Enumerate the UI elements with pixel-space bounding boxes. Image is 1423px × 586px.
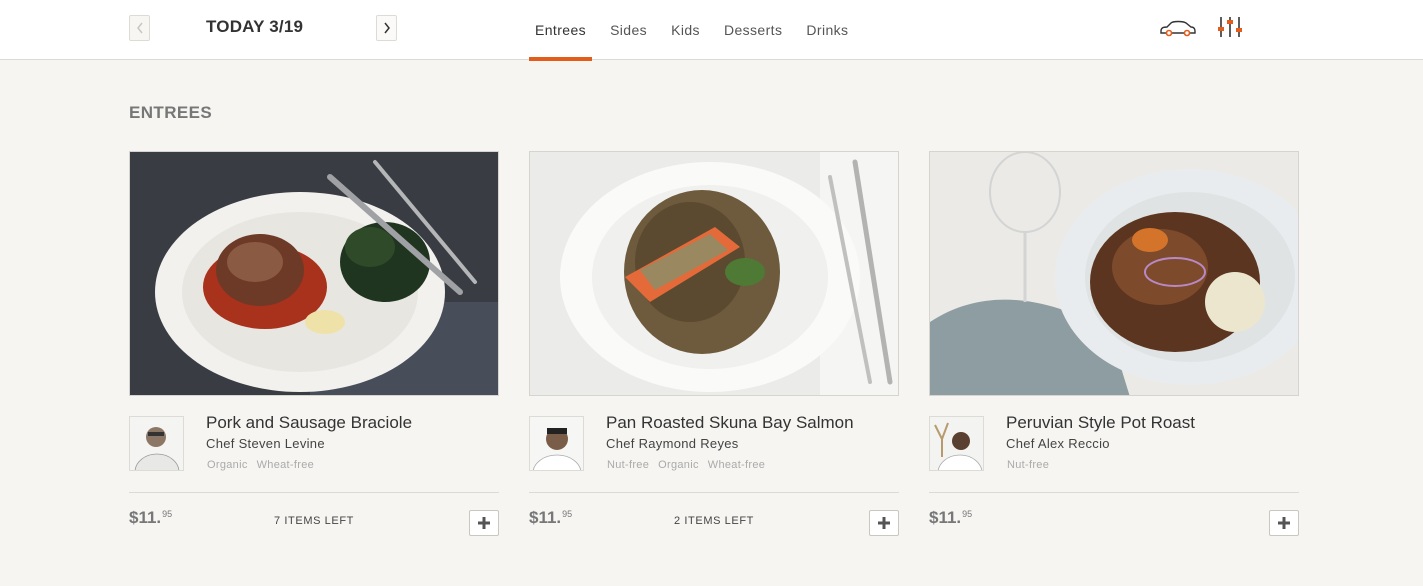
chef-name[interactable]: Chef Steven Levine [206, 436, 325, 451]
diet-tag: Organic [207, 459, 248, 471]
tab-drinks[interactable]: Drinks [800, 0, 854, 60]
dish-name[interactable]: Pan Roasted Skuna Bay Salmon [606, 413, 854, 433]
product-card[interactable]: Peruvian Style Pot Roast Chef Alex Recci… [929, 151, 1299, 541]
section-title: ENTREES [129, 103, 213, 122]
items-left: 2 ITEMS LEFT [674, 515, 754, 527]
tab-entrees[interactable]: Entrees [529, 0, 593, 61]
plus-icon [478, 517, 490, 529]
plus-icon [1278, 517, 1290, 529]
product-card[interactable]: Pork and Sausage Braciole Chef Steven Le… [129, 151, 499, 541]
car-icon[interactable] [1159, 19, 1197, 42]
chef-avatar [529, 416, 584, 471]
chef-name[interactable]: Chef Raymond Reyes [606, 436, 739, 451]
add-to-cart-button[interactable] [1269, 510, 1299, 536]
dish-photo[interactable] [529, 151, 899, 396]
add-to-cart-button[interactable] [469, 510, 499, 536]
diet-tags: Nut-free Organic Wheat-free [607, 459, 774, 471]
price-main: $11. [929, 508, 962, 527]
tab-desserts[interactable]: Desserts [718, 0, 788, 60]
dish-name[interactable]: Peruvian Style Pot Roast [1006, 413, 1195, 433]
price-cents: 95 [962, 509, 973, 519]
chevron-right-icon [383, 22, 390, 34]
chef-name[interactable]: Chef Alex Reccio [1006, 436, 1110, 451]
card-divider [129, 492, 499, 493]
chef-avatar [929, 416, 984, 471]
filter-sliders-icon[interactable] [1218, 16, 1242, 43]
product-card[interactable]: Pan Roasted Skuna Bay Salmon Chef Raymon… [529, 151, 899, 541]
diet-tag: Nut-free [607, 459, 650, 471]
tab-sides[interactable]: Sides [604, 0, 653, 60]
plus-icon [878, 517, 890, 529]
card-divider [529, 492, 899, 493]
top-bar: TODAY 3/19 Entrees Sides Kids Desserts D… [0, 0, 1423, 61]
category-tabs: Entrees Sides Kids Desserts Drinks [529, 0, 866, 61]
diet-tag: Wheat-free [707, 459, 766, 471]
diet-tags: Organic Wheat-free [207, 459, 323, 471]
price: $11.95 [929, 508, 972, 528]
dish-name[interactable]: Pork and Sausage Braciole [206, 413, 412, 433]
dish-photo[interactable] [129, 151, 499, 396]
items-left: 7 ITEMS LEFT [274, 515, 354, 527]
chef-avatar [129, 416, 184, 471]
diet-tag: Wheat-free [256, 459, 315, 471]
current-date: TODAY 3/19 [206, 17, 304, 36]
chevron-left-icon [136, 22, 143, 34]
previous-day-button[interactable] [129, 15, 150, 41]
dish-photo[interactable] [929, 151, 1299, 396]
add-to-cart-button[interactable] [869, 510, 899, 536]
diet-tag: Nut-free [1007, 459, 1050, 471]
card-divider [929, 492, 1299, 493]
next-day-button[interactable] [376, 15, 397, 41]
tab-kids[interactable]: Kids [665, 0, 706, 60]
diet-tag: Organic [658, 459, 699, 471]
diet-tags: Nut-free [1007, 459, 1058, 471]
